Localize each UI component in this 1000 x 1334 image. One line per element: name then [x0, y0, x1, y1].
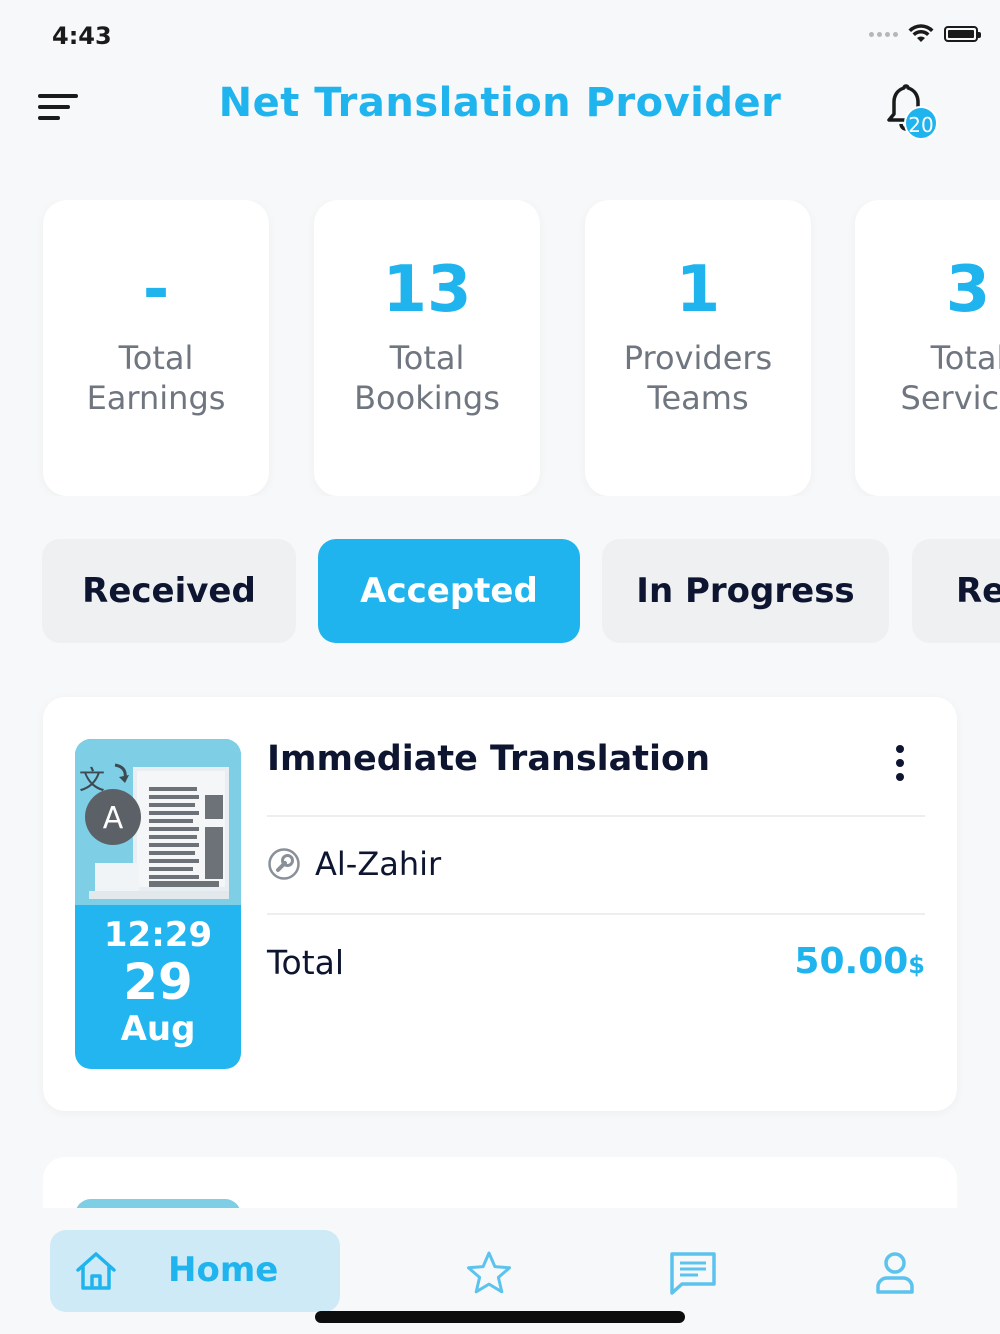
tab-accepted[interactable]: Accepted [318, 539, 580, 643]
booking-thumbnail: 文 A 12:29 29 Aug [75, 739, 241, 1069]
stat-value: 3 [945, 253, 991, 327]
chat-icon [670, 1252, 716, 1295]
app-header: Net Translation Provider 20 [0, 70, 1000, 150]
user-icon [876, 1252, 914, 1294]
provider-row: Al-Zahir [267, 845, 441, 883]
booking-month: Aug [120, 1009, 196, 1049]
booking-card[interactable]: 文 A 12:29 29 Aug Immediate Translation A… [43, 697, 957, 1111]
stat-label: Total Bookings [354, 339, 500, 417]
stat-value: - [142, 253, 170, 327]
booking-time: 12:29 [103, 915, 213, 955]
notification-badge: 20 [904, 106, 938, 140]
wifi-icon [908, 24, 934, 42]
status-icons [869, 24, 981, 44]
nav-home[interactable]: Home [50, 1230, 340, 1312]
nav-home-label: Home [168, 1250, 279, 1290]
battery-icon [944, 26, 981, 42]
translation-letter: A [102, 801, 124, 836]
wrench-icon [268, 848, 300, 880]
stat-value: 1 [675, 253, 721, 327]
stat-label: Total Earnings [86, 339, 226, 417]
total-amount: 50.00 [794, 941, 909, 982]
stat-card-services[interactable]: 3 Total Services [855, 200, 1000, 496]
tab-in-progress[interactable]: In Progress [602, 539, 889, 643]
divider [267, 913, 925, 915]
status-tabs: Received Accepted In Progress Re [0, 539, 1000, 643]
nav-profile[interactable] [870, 1248, 920, 1298]
stat-label: Providers Teams [623, 339, 773, 417]
stat-value: 13 [382, 253, 472, 327]
status-time: 4:43 [52, 22, 112, 50]
tab-received[interactable]: Received [42, 539, 296, 643]
nav-messages[interactable] [668, 1248, 718, 1298]
signal-icon [869, 31, 898, 37]
tab-rejected[interactable]: Re [912, 539, 1000, 643]
booking-day: 29 [123, 953, 193, 1011]
provider-name: Al-Zahir [315, 845, 442, 883]
booking-date: 12:29 29 Aug [75, 915, 241, 1049]
page-title: Net Translation Provider [218, 80, 782, 126]
notifications-button[interactable]: 20 [884, 82, 944, 142]
stat-card-bookings[interactable]: 13 Total Bookings [314, 200, 540, 496]
svg-text:文: 文 [79, 766, 105, 796]
booking-title: Immediate Translation [267, 739, 710, 779]
status-bar: 4:43 [0, 0, 1000, 70]
divider [267, 815, 925, 817]
total-value: 50.00$ [794, 941, 925, 982]
stat-card-teams[interactable]: 1 Providers Teams [585, 200, 811, 496]
home-indicator [315, 1311, 685, 1323]
stat-label: Total Services [900, 339, 1000, 417]
more-options-icon[interactable] [888, 745, 912, 785]
home-icon [76, 1252, 116, 1290]
stat-card-earnings[interactable]: - Total Earnings [43, 200, 269, 496]
total-label: Total [267, 943, 345, 982]
stats-row: - Total Earnings 13 Total Bookings 1 Pro… [0, 200, 1000, 496]
currency-symbol: $ [908, 951, 925, 979]
star-icon [467, 1251, 511, 1294]
nav-favorites[interactable] [464, 1248, 514, 1298]
